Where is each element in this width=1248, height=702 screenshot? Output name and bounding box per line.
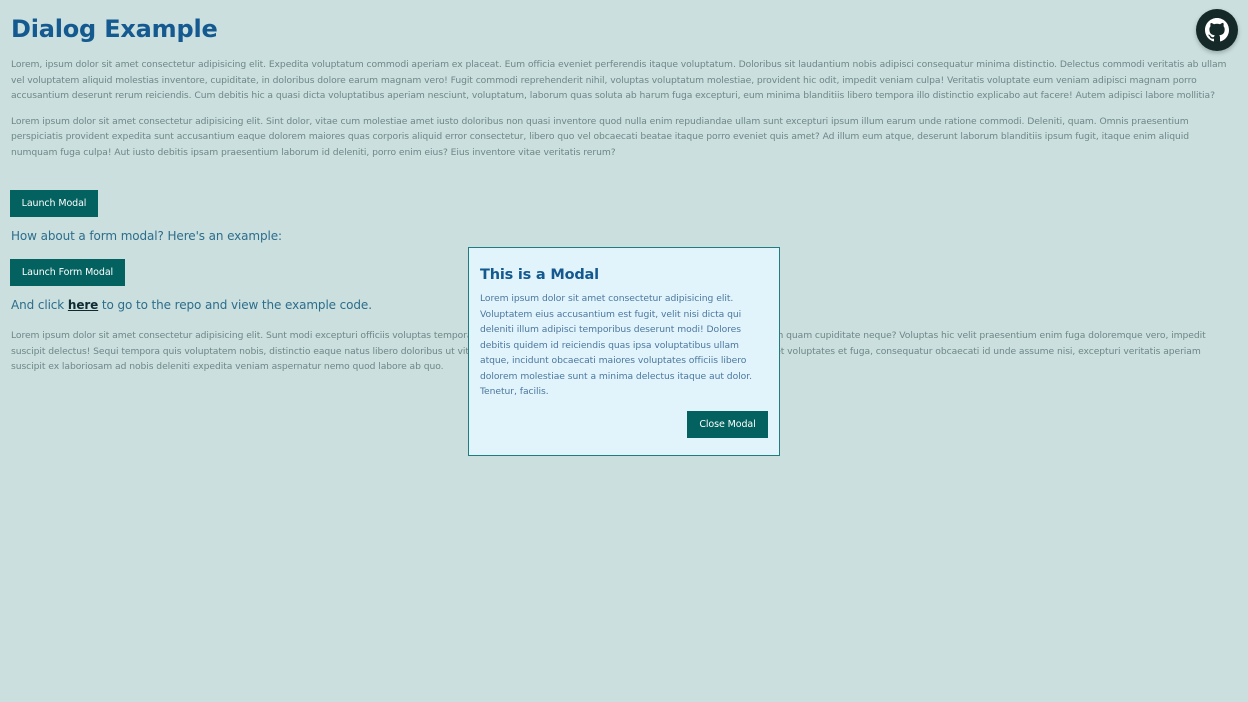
launch-modal-button[interactable]: Launch Modal <box>10 190 98 217</box>
repo-link[interactable]: here <box>68 298 98 312</box>
modal-body: Lorem ipsum dolor sit amet consectetur a… <box>480 293 752 397</box>
close-modal-button[interactable]: Close Modal <box>687 411 768 438</box>
modal-title: This is a Modal <box>480 267 599 283</box>
repo-suffix: to go to the repo and view the example c… <box>98 298 372 312</box>
repo-prefix: And click <box>11 298 68 312</box>
repo-line: And click here to go to the repo and vie… <box>11 298 372 312</box>
github-button[interactable] <box>1196 9 1238 51</box>
intro-paragraph: Lorem, ipsum dolor sit amet consectetur … <box>11 59 1227 101</box>
modal-dialog: This is a Modal Lorem ipsum dolor sit am… <box>468 247 780 456</box>
second-paragraph: Lorem ipsum dolor sit amet consectetur a… <box>11 115 1189 158</box>
launch-form-modal-button[interactable]: Launch Form Modal <box>10 259 125 286</box>
github-icon <box>1205 18 1229 42</box>
page-title: Dialog Example <box>11 15 218 43</box>
form-modal-prompt: How about a form modal? Here's an exampl… <box>11 229 283 243</box>
